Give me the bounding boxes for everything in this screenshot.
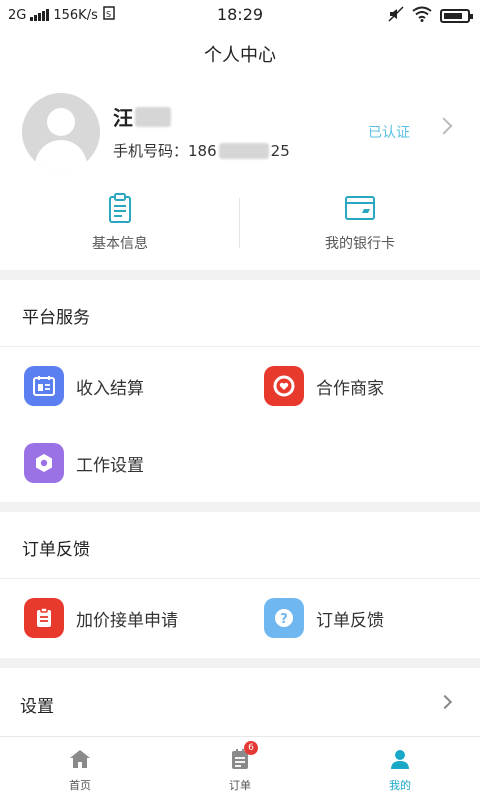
work-settings-icon bbox=[24, 443, 64, 483]
phone-suffix: 25 bbox=[270, 141, 290, 160]
wifi-icon bbox=[412, 6, 432, 26]
svg-text:?: ? bbox=[280, 612, 288, 627]
divider bbox=[0, 346, 480, 347]
quick-actions: 基本信息 我的银行卡 bbox=[0, 186, 480, 270]
verified-status[interactable]: 已认证 bbox=[368, 122, 410, 142]
user-name-text: 汪 bbox=[113, 106, 133, 130]
work-settings-label: 工作设置 bbox=[76, 455, 144, 476]
order-feedback-button[interactable]: ? 订单反馈 bbox=[264, 598, 384, 638]
mute-icon bbox=[388, 6, 404, 26]
tab-orders-label: 订单 bbox=[229, 779, 251, 792]
order-count-badge: 6 bbox=[244, 741, 258, 755]
user-name: 汪 bbox=[113, 102, 171, 131]
settlement-icon bbox=[24, 366, 64, 406]
markup-request-button[interactable]: 加价接单申请 bbox=[24, 598, 178, 638]
phone-redaction bbox=[218, 142, 269, 159]
order-feedback-section: 订单反馈 加价接单申请 ? 订单反馈 bbox=[0, 512, 480, 658]
status-right bbox=[388, 6, 473, 26]
markup-request-label: 加价接单申请 bbox=[76, 610, 178, 631]
status-bar: 2G 156K/s S 18:29 bbox=[0, 0, 480, 30]
work-settings-button[interactable]: 工作设置 bbox=[24, 443, 144, 483]
avatar-placeholder-icon[interactable] bbox=[22, 93, 100, 171]
partner-merchants-button[interactable]: 合作商家 bbox=[264, 366, 384, 406]
section-title: 订单反馈 bbox=[22, 540, 90, 560]
battery-icon bbox=[440, 9, 473, 23]
basic-info-button[interactable]: 基本信息 bbox=[0, 186, 240, 270]
income-settlement-label: 收入结算 bbox=[76, 378, 144, 399]
tab-orders[interactable]: 6 订单 bbox=[160, 737, 320, 800]
chevron-right-icon[interactable] bbox=[435, 117, 453, 135]
income-settlement-button[interactable]: 收入结算 bbox=[24, 366, 144, 406]
settings-label: 设置 bbox=[20, 697, 54, 717]
tab-profile[interactable]: 我的 bbox=[320, 737, 480, 800]
question-icon: ? bbox=[264, 598, 304, 638]
settings-row[interactable]: 设置 bbox=[0, 668, 480, 736]
tab-profile-label: 我的 bbox=[389, 779, 411, 792]
tab-bar: 首页 6 订单 我的 bbox=[0, 736, 480, 800]
phone-prefix: 186 bbox=[188, 141, 217, 160]
phone-label: 手机号码： bbox=[113, 142, 189, 160]
bank-card-label: 我的银行卡 bbox=[325, 236, 395, 252]
profile-card[interactable]: 汪 手机号码： 186 25 已认证 bbox=[0, 82, 480, 186]
order-feedback-label: 订单反馈 bbox=[316, 610, 384, 631]
chevron-right-icon bbox=[437, 694, 453, 710]
home-icon bbox=[70, 750, 90, 768]
tab-home-label: 首页 bbox=[69, 779, 91, 792]
name-redaction bbox=[135, 106, 171, 127]
partner-merchants-label: 合作商家 bbox=[316, 378, 384, 399]
divider bbox=[0, 578, 480, 579]
clipboard-icon bbox=[109, 193, 131, 223]
tab-home[interactable]: 首页 bbox=[0, 737, 160, 800]
markup-request-icon bbox=[24, 598, 64, 638]
phone-row: 手机号码： 186 25 bbox=[113, 140, 290, 161]
section-title: 平台服务 bbox=[22, 308, 90, 328]
avatar-head bbox=[47, 108, 75, 136]
page-title: 个人中心 bbox=[0, 30, 480, 82]
partner-icon bbox=[264, 366, 304, 406]
bank-card-icon bbox=[345, 196, 375, 220]
basic-info-label: 基本信息 bbox=[92, 236, 148, 252]
platform-services-section: 平台服务 收入结算 合作商家 工作设置 bbox=[0, 280, 480, 502]
avatar-body bbox=[35, 140, 87, 171]
battery-fill bbox=[444, 13, 462, 19]
profile-icon bbox=[391, 750, 409, 769]
bank-card-button[interactable]: 我的银行卡 bbox=[240, 186, 480, 270]
